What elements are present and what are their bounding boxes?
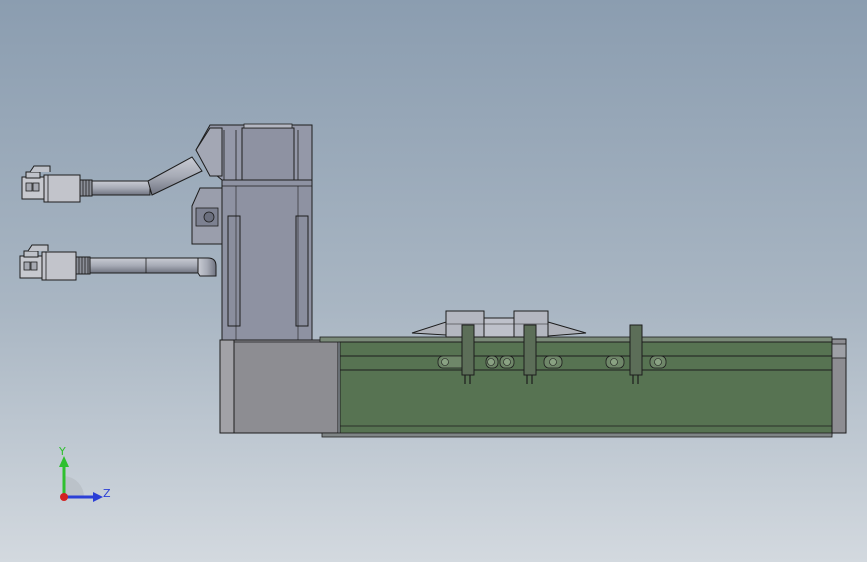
motor-end-housing[interactable] bbox=[219, 339, 339, 434]
encoder-connector-icon bbox=[19, 244, 77, 281]
triad-plane-icon bbox=[64, 476, 85, 497]
cable-strain-relief bbox=[79, 179, 93, 197]
power-connector-icon bbox=[21, 165, 81, 203]
power-cable-with-connector[interactable] bbox=[21, 156, 203, 203]
encoder-cable-with-connector[interactable] bbox=[19, 244, 217, 281]
model-view[interactable]: Y Z bbox=[0, 0, 867, 562]
cad-viewport[interactable]: Y Z bbox=[0, 0, 867, 562]
linear-actuator-body[interactable] bbox=[319, 336, 847, 438]
carriage-block[interactable] bbox=[411, 310, 587, 338]
limit-sensor-bracket[interactable] bbox=[523, 324, 537, 384]
z-axis-label: Z bbox=[103, 487, 111, 500]
limit-sensor-bracket[interactable] bbox=[461, 324, 475, 384]
limit-sensor-bracket[interactable] bbox=[629, 324, 643, 384]
y-axis-label: Y bbox=[58, 445, 66, 458]
servo-motor[interactable] bbox=[191, 123, 313, 341]
triad-origin bbox=[60, 493, 68, 501]
coordinate-triad: Y Z bbox=[58, 445, 111, 502]
cable-strain-relief bbox=[75, 256, 91, 275]
